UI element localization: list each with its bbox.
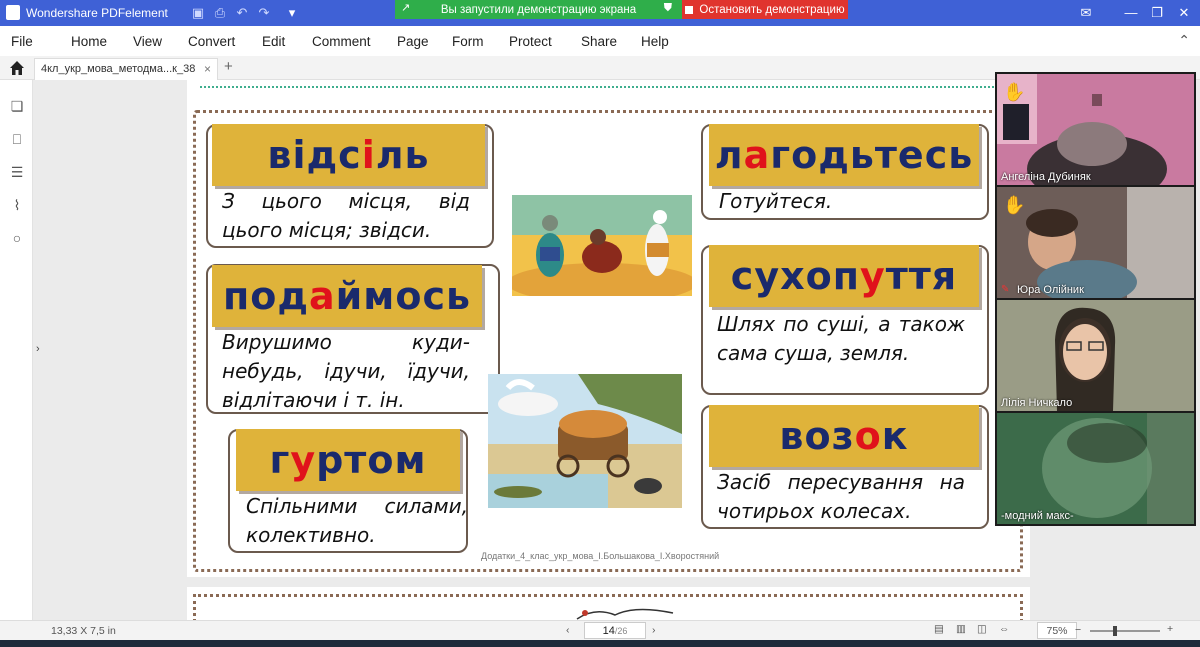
raised-hand-icon: ✋: [1003, 82, 1026, 102]
participant-tile[interactable]: ✋ Юра Олійник ✎: [997, 187, 1194, 298]
menu-form[interactable]: Form: [452, 34, 484, 49]
print-icon[interactable]: ⎙: [212, 5, 228, 21]
menu-home[interactable]: Home: [71, 34, 107, 49]
close-button[interactable]: ✕: [1175, 4, 1193, 22]
fable-animals-illustration: [512, 195, 692, 296]
vocab-word: подаймось: [212, 265, 482, 327]
participant-tile[interactable]: -модний макс-: [997, 413, 1194, 524]
participant-tile[interactable]: Лілія Ничкало: [997, 300, 1194, 411]
next-page-icon[interactable]: ›: [652, 624, 656, 636]
vocab-definition: Вирушимо куди-небудь, ідучи, їдучи, відл…: [222, 330, 470, 412]
menu-share[interactable]: Share: [581, 34, 617, 49]
undo-icon[interactable]: ↶: [234, 5, 250, 21]
participant-video: [997, 413, 1194, 524]
maximize-button[interactable]: ❐: [1148, 4, 1166, 22]
vocab-word: лагодьтесь: [709, 124, 979, 186]
vocab-word: відсіль: [212, 124, 485, 186]
expand-panel-icon[interactable]: ›: [36, 343, 40, 355]
screen-share-bar: ↗ Вы запустили демонстрацию экрана ⛊ Ост…: [395, 0, 848, 19]
zoom-slider-handle[interactable]: [1113, 626, 1117, 636]
mail-icon[interactable]: ✉: [1077, 4, 1095, 22]
menu-protect[interactable]: Protect: [509, 34, 552, 49]
swan-crayfish-pike-illustration: [488, 374, 682, 508]
vocab-definition: Шлях по суші, а також сама суша, земля.: [717, 312, 965, 365]
left-sidebar: ❏ ⎕ ☰ ⌇ ○: [0, 80, 33, 620]
share-notice: ↗ Вы запустили демонстрацию экрана ⛊: [395, 0, 682, 19]
zoom-out-icon[interactable]: −: [1075, 624, 1081, 636]
vocab-definition: Готуйтеся.: [719, 189, 833, 213]
menu-comment[interactable]: Comment: [312, 34, 371, 49]
page-footer: Додатки_4_клас_укр_мова_І.Большакова_І.Х…: [481, 551, 720, 561]
two-page-view-icon[interactable]: ◫: [977, 623, 987, 635]
zoom-in-icon[interactable]: +: [1167, 623, 1173, 635]
raised-hand-icon: ✋: [1003, 195, 1026, 215]
stop-share-label: Остановить демонстрацию: [699, 3, 845, 16]
document-tab-title: 4кл_укр_мова_методма...к_38: [41, 63, 196, 75]
menu-bar: File Home View Convert Edit Comment Page…: [0, 26, 1200, 56]
participant-name: Лілія Ничкало: [1001, 397, 1073, 409]
stop-share-button[interactable]: Остановить демонстрацию: [682, 0, 848, 19]
home-icon[interactable]: [9, 60, 25, 76]
menu-page[interactable]: Page: [397, 34, 429, 49]
stop-icon: [685, 5, 694, 14]
page-number-input[interactable]: 14/26: [584, 622, 646, 639]
participant-video: [997, 300, 1194, 411]
vocab-word: возок: [709, 405, 979, 467]
zoom-level[interactable]: 75%: [1037, 622, 1077, 639]
menu-help[interactable]: Help: [641, 34, 669, 49]
status-bar: 13,33 X 7,5 in ‹ 14/26 › ▤ ▥ ◫ ⇔ 75% − +: [0, 620, 1200, 640]
participant-tile[interactable]: ✋ Ангеліна Дубиняк: [997, 74, 1194, 185]
collapse-ribbon-icon[interactable]: ⌃: [1178, 32, 1190, 49]
app-logo-icon: [6, 5, 20, 20]
previous-page-edge: [200, 80, 1018, 88]
save-icon[interactable]: ▣: [190, 5, 206, 21]
video-participants-panel: ✋ Ангеліна Дубиняк ✋ Юра Олійник ✎ Лілія…: [995, 72, 1196, 526]
fit-width-icon[interactable]: ⇔: [999, 623, 1010, 635]
close-tab-icon[interactable]: ×: [204, 62, 211, 76]
thumbnail-icon[interactable]: ❏: [9, 98, 25, 116]
vocab-word: гуртом: [236, 429, 460, 491]
minimize-button[interactable]: —: [1122, 4, 1140, 22]
comment-icon[interactable]: ☰: [9, 164, 25, 182]
prev-page-icon[interactable]: ‹: [566, 624, 570, 636]
next-page-illustration: [576, 608, 674, 620]
attachment-icon[interactable]: ⌇: [9, 197, 25, 215]
page-size-readout: 13,33 X 7,5 in: [51, 625, 116, 637]
vocab-definition: З цього місця, від цього місця; звідси.: [222, 189, 470, 242]
menu-convert[interactable]: Convert: [188, 34, 235, 49]
continuous-view-icon[interactable]: ▥: [956, 623, 966, 635]
participant-name: Ангеліна Дубиняк: [1001, 171, 1091, 183]
share-notice-text: Вы запустили демонстрацию экрана: [440, 3, 637, 16]
muted-mic-icon: ✎: [1001, 284, 1010, 295]
document-tab[interactable]: 4кл_укр_мова_методма...к_38 ×: [34, 58, 218, 80]
participant-name: -модний макс-: [1001, 510, 1074, 522]
menu-view[interactable]: View: [133, 34, 162, 49]
search-icon[interactable]: ○: [9, 230, 25, 248]
menu-file[interactable]: File: [11, 34, 33, 49]
app-title: Wondershare PDFelement: [26, 6, 168, 20]
vocab-definition: Спільними силами, колективно.: [246, 494, 468, 547]
menu-edit[interactable]: Edit: [262, 34, 285, 49]
shield-icon: ⛊: [663, 2, 672, 14]
participant-video: [997, 187, 1194, 298]
taskbar: [0, 640, 1200, 647]
single-page-view-icon[interactable]: ▤: [934, 623, 944, 635]
vocab-word: сухопуття: [709, 245, 979, 307]
share-arrow-icon: ↗: [401, 2, 411, 14]
title-bar: Wondershare PDFelement ▣ ⎙ ↶ ↷ ▾ ↗ Вы за…: [0, 0, 1200, 26]
vocab-definition: Засіб пересування на чотирьох колесах.: [717, 470, 965, 523]
participant-name: Юра Олійник: [1017, 284, 1084, 296]
add-tab-icon[interactable]: +: [224, 58, 233, 75]
quick-access-dropdown-icon[interactable]: ▾: [284, 5, 300, 21]
redo-icon[interactable]: ↷: [256, 5, 272, 21]
participant-video: [997, 74, 1194, 185]
zoom-slider[interactable]: [1090, 630, 1160, 632]
bookmark-icon[interactable]: ⎕: [9, 131, 25, 149]
